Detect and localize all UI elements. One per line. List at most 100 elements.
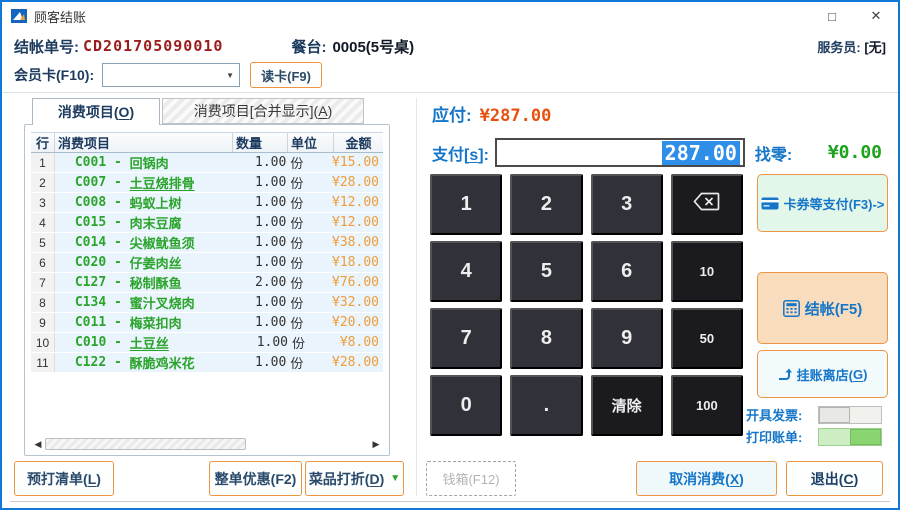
item-name: 蜜汁叉烧肉	[129, 296, 195, 311]
item-amount: ¥18.00	[332, 255, 379, 270]
credit-leave-button[interactable]: 挂账离店(G)	[757, 350, 888, 398]
item-unit: 份	[290, 316, 304, 331]
close-button[interactable]: ✕	[854, 3, 898, 29]
return-arrow-icon	[778, 368, 792, 381]
col-row: 行	[31, 133, 55, 152]
amount-due: 应付: ¥287.00	[432, 101, 551, 126]
key-8[interactable]: 8	[510, 308, 583, 369]
row-number: 7	[31, 273, 55, 292]
key-1[interactable]: 1	[430, 174, 503, 235]
item-code: C127 -	[74, 275, 130, 290]
key-100[interactable]: 100	[670, 375, 743, 436]
window-title: 顾客结账	[34, 9, 87, 25]
row-number: 9	[31, 313, 55, 332]
scrollbar-thumb[interactable]	[45, 438, 246, 450]
chevron-down-icon[interactable]: ▼	[221, 71, 239, 80]
key-6[interactable]: 6	[590, 241, 663, 302]
cancel-order-button[interactable]: 取消消费(X)	[636, 461, 777, 496]
numpad: 1 2 3 4 5 6 10 7 8 9 50 0. 清除 100	[430, 174, 743, 436]
item-amount: ¥12.00	[332, 215, 379, 230]
tab-items-merged[interactable]: 消费项目[合并显示](A)	[162, 98, 364, 124]
酥脆鸡米花[interactable]: 11 C122 - 酥脆鸡米花 1.00 份 ¥28.00	[31, 353, 383, 373]
item-name: 肉末豆腐	[129, 216, 182, 231]
item-unit: 份	[292, 336, 306, 351]
key-5[interactable]: 5	[510, 241, 583, 302]
item-name: 土豆烧排骨	[129, 176, 195, 191]
waiter-label: 服务员:	[817, 39, 861, 55]
row-number: 6	[31, 253, 55, 272]
key-9[interactable]: 9	[590, 308, 663, 369]
table-value: 0005(5号桌)	[332, 38, 415, 56]
key-3[interactable]: 3	[590, 174, 663, 235]
invoice-label: 开具发票:	[746, 408, 803, 423]
settle-button[interactable]: 结帐(F5)	[757, 272, 888, 344]
row-number: 2	[31, 173, 55, 192]
change-label: 找零:	[754, 146, 793, 164]
exit-button[interactable]: 退出(C)	[786, 461, 883, 496]
key-7[interactable]: 7	[430, 308, 503, 369]
print-bill-label: 打印账单:	[746, 430, 803, 445]
calculator-icon	[782, 299, 800, 317]
土豆丝[interactable]: 10 C010 - 土豆丝 1.00 份 ¥8.00	[31, 333, 383, 353]
item-qty: 1.00	[255, 175, 287, 190]
items-table-body: 1 C001 - 回锅肉 1.00 份 ¥15.00 2 C007 - 土豆烧排…	[31, 153, 383, 373]
member-card-label: 会员卡(F10):	[14, 67, 95, 83]
梅菜扣肉[interactable]: 9 C011 - 梅菜扣肉 1.00 份 ¥20.00	[31, 313, 383, 333]
item-unit: 份	[290, 196, 304, 211]
key-10[interactable]: 10	[670, 241, 743, 302]
bill-no-label: 结帐单号:	[14, 38, 79, 56]
read-card-button[interactable]: 读卡(F9)	[250, 62, 322, 88]
尖椒鱿鱼须[interactable]: 5 C014 - 尖椒鱿鱼须 1.00 份 ¥38.00	[31, 233, 383, 253]
bill-header: 结帐单号: CD201705090010 餐台: 0005(5号桌) 服务员: …	[14, 35, 886, 57]
回锅肉[interactable]: 1 C001 - 回锅肉 1.00 份 ¥15.00	[31, 153, 383, 173]
clear-key[interactable]: 清除	[590, 375, 663, 436]
waiter-info: 服务员: [无]	[817, 37, 886, 56]
仔姜肉丝[interactable]: 6 C020 - 仔姜肉丝 1.00 份 ¥18.00	[31, 253, 383, 273]
table-label: 餐台:	[291, 38, 327, 56]
蜜汁叉烧肉[interactable]: 8 C134 - 蜜汁叉烧肉 1.00 份 ¥32.00	[31, 293, 383, 313]
item-name: 仔姜肉丝	[129, 256, 182, 271]
invoice-toggle[interactable]	[818, 405, 882, 424]
scrollbar-track[interactable]	[246, 438, 369, 450]
肉末豆腐[interactable]: 4 C015 - 肉末豆腐 1.00 份 ¥12.00	[31, 213, 383, 233]
title-bar: 顾客结账 □ ✕	[2, 2, 898, 30]
土豆烧排骨[interactable]: 2 C007 - 土豆烧排骨 1.00 份 ¥28.00	[31, 173, 383, 193]
dropdown-arrow-icon: ▼	[390, 473, 401, 484]
key-4[interactable]: 4	[430, 241, 503, 302]
dish-discount-button[interactable]: 菜品打折(D) ▼	[305, 461, 404, 496]
payment-value-selected: 287.00	[661, 140, 740, 165]
print-bill-row: 打印账单:	[746, 427, 888, 446]
change-amount: ¥0.00	[827, 142, 882, 163]
horizontal-scrollbar[interactable]: ◀ ▶	[31, 437, 383, 451]
print-bill-toggle[interactable]	[818, 427, 882, 446]
backspace-key[interactable]	[670, 174, 743, 235]
key-2[interactable]: 2	[510, 174, 583, 235]
item-name: 土豆丝	[129, 336, 169, 351]
table-header: 行 消费项目 数量 单位 金额	[31, 132, 383, 153]
key-dot[interactable]: .	[510, 375, 583, 436]
item-name: 秘制酥鱼	[129, 276, 182, 291]
cash-drawer-button[interactable]: 钱箱(F12)	[426, 461, 516, 496]
key-50[interactable]: 50	[670, 308, 743, 369]
maximize-button[interactable]: □	[810, 3, 854, 29]
col-unit: 单位	[288, 133, 334, 152]
蚂蚁上树[interactable]: 3 C008 - 蚂蚁上树 1.00 份 ¥12.00	[31, 193, 383, 213]
bottom-divider	[10, 501, 890, 502]
preprint-list-button[interactable]: 预打清单(L)	[14, 461, 114, 496]
whole-order-discount-button[interactable]: 整单优惠(F2)	[209, 461, 302, 496]
member-card-combo[interactable]: ▼	[102, 63, 241, 87]
col-item: 消费项目	[55, 133, 233, 152]
item-qty: 1.00	[256, 335, 288, 350]
item-amount: ¥28.00	[332, 175, 379, 190]
秘制酥鱼[interactable]: 7 C127 - 秘制酥鱼 2.00 份 ¥76.00	[31, 273, 383, 293]
item-amount: ¥76.00	[332, 275, 379, 290]
scroll-left-icon[interactable]: ◀	[31, 439, 45, 450]
key-0[interactable]: 0	[430, 375, 503, 436]
card-voucher-pay-button[interactable]: 卡券等支付(F3)->	[757, 174, 888, 232]
scroll-right-icon[interactable]: ▶	[369, 439, 383, 450]
payment-input[interactable]: 287.00	[494, 138, 745, 167]
bill-no-value: CD201705090010	[83, 37, 224, 55]
item-qty: 1.00	[255, 155, 287, 170]
item-name: 酥脆鸡米花	[129, 356, 195, 371]
tab-items[interactable]: 消费项目(O)	[32, 98, 160, 125]
